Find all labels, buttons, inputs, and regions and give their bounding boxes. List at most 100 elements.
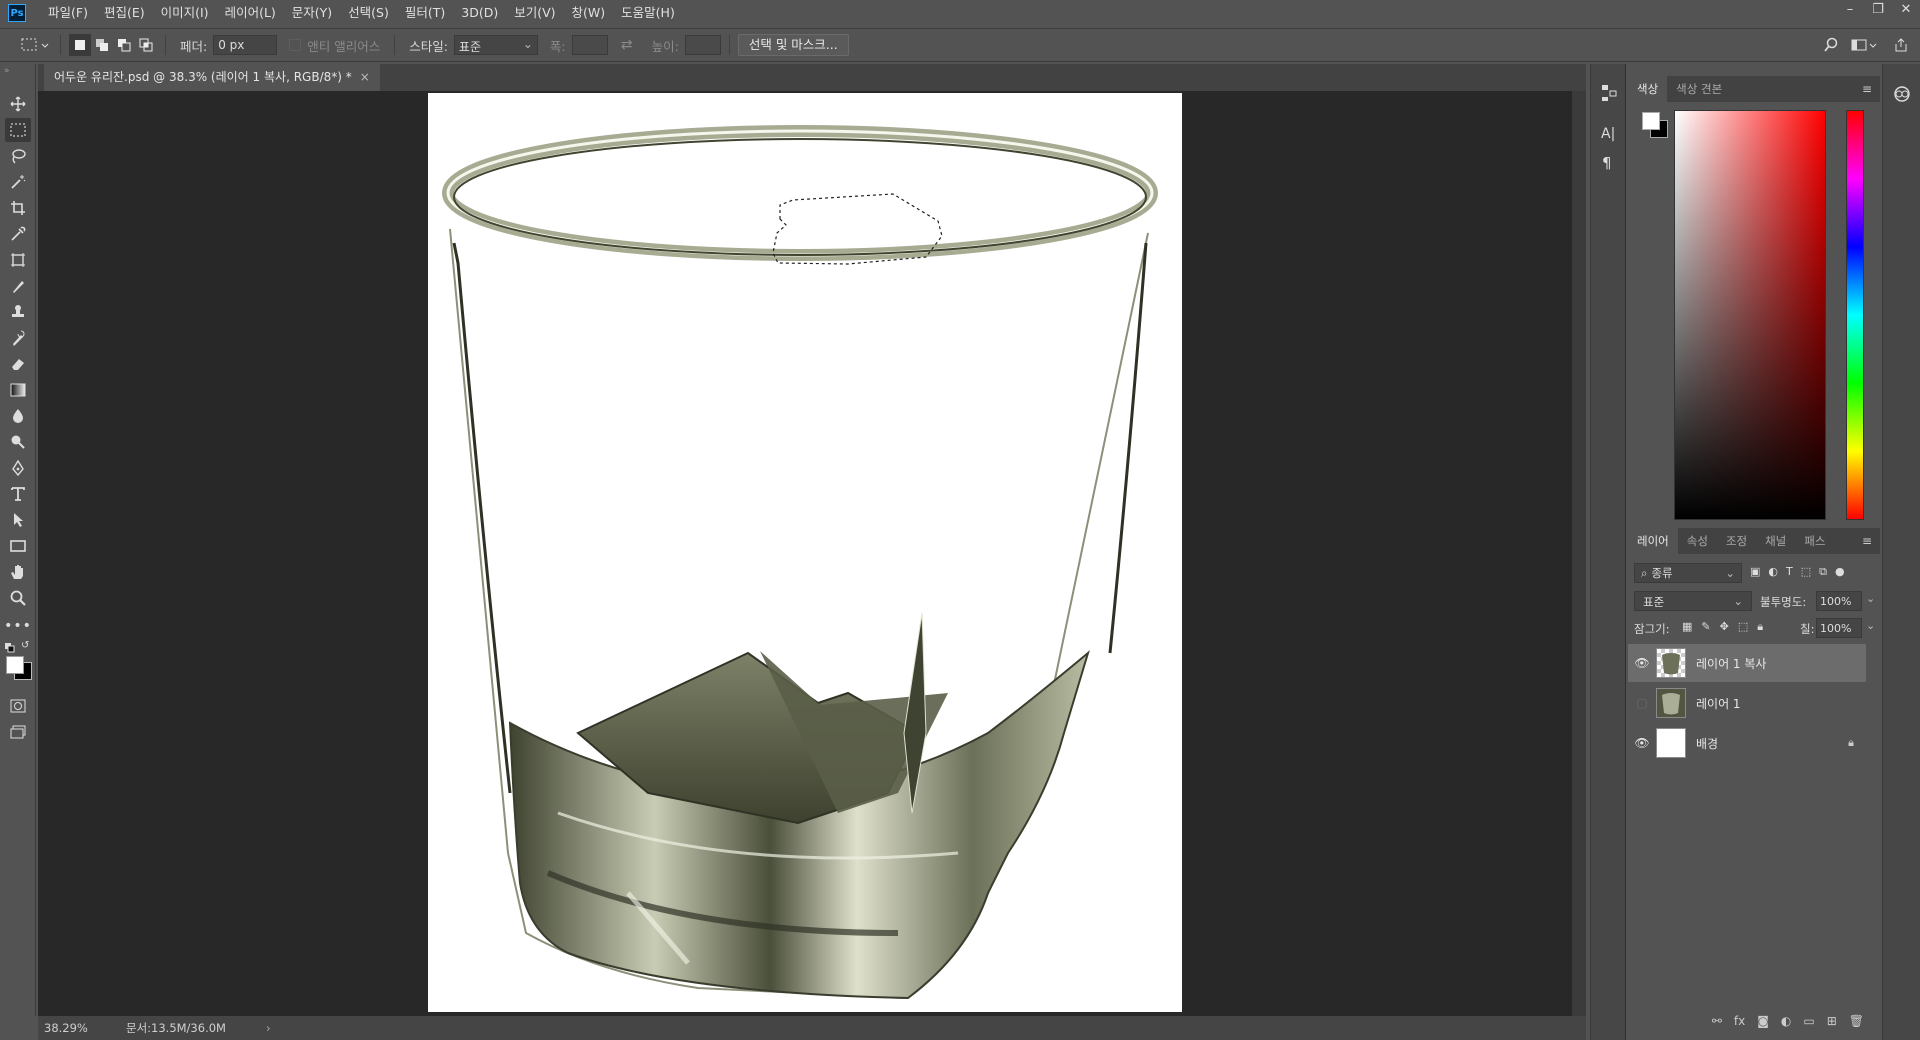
layer-name[interactable]: 레이어 1 bbox=[1696, 695, 1741, 712]
layer-row[interactable]: 👁︎ 레이어 1 복사 bbox=[1628, 644, 1866, 682]
document-tab[interactable]: 어두운 유리잔.psd @ 38.3% (레이어 1 복사, RGB/8*) *… bbox=[44, 64, 380, 91]
filter-toggle-icon[interactable]: ● bbox=[1835, 565, 1845, 579]
rectangle-tool-icon[interactable] bbox=[5, 534, 31, 558]
fx-icon[interactable]: fx bbox=[1734, 1014, 1745, 1028]
trash-icon[interactable]: 🗑︎ bbox=[1849, 1014, 1864, 1028]
tab-adjustments[interactable]: 조정 bbox=[1717, 528, 1756, 554]
add-mask-icon[interactable]: ◙ bbox=[1757, 1014, 1769, 1028]
minimize-button[interactable]: – bbox=[1836, 0, 1864, 22]
type-filter-icon[interactable]: T bbox=[1786, 565, 1793, 579]
swap-icon[interactable]: ⇄ bbox=[616, 34, 638, 56]
magic-wand-tool-icon[interactable] bbox=[5, 170, 31, 194]
visibility-toggle-off[interactable]: ▢ bbox=[1628, 696, 1656, 710]
vertical-scrollbar[interactable] bbox=[1572, 91, 1586, 1016]
antialias-checkbox[interactable] bbox=[289, 39, 302, 51]
menu-filter[interactable]: 필터(T) bbox=[397, 0, 453, 26]
history-brush-tool-icon[interactable] bbox=[5, 326, 31, 350]
layer-row[interactable]: ▢ 레이어 1 bbox=[1628, 684, 1866, 722]
tab-swatches[interactable]: 색상 견본 bbox=[1667, 76, 1731, 102]
fill-input[interactable]: 100% bbox=[1816, 618, 1862, 638]
workspace-icon[interactable] bbox=[1848, 34, 1882, 56]
layer-name[interactable]: 배경 bbox=[1696, 735, 1718, 752]
width-input[interactable] bbox=[571, 35, 608, 55]
shape-filter-icon[interactable]: ⬚ bbox=[1801, 565, 1811, 579]
history-panel-icon[interactable] bbox=[1601, 84, 1617, 105]
stamp-tool-icon[interactable] bbox=[5, 300, 31, 324]
crop-tool-icon[interactable] bbox=[5, 196, 31, 220]
libraries-icon[interactable] bbox=[1891, 86, 1913, 105]
close-button[interactable]: ✕ bbox=[1892, 0, 1920, 22]
menu-layer[interactable]: 레이어(L) bbox=[217, 0, 284, 26]
hue-slider[interactable] bbox=[1846, 110, 1864, 520]
path-selection-tool-icon[interactable] bbox=[5, 508, 31, 532]
visibility-eye-icon[interactable]: 👁︎ bbox=[1628, 736, 1656, 750]
menu-3d[interactable]: 3D(D) bbox=[453, 0, 506, 26]
link-layers-icon[interactable]: ⚯ bbox=[1712, 1014, 1722, 1028]
blend-mode-select[interactable]: 표준 ⌄ bbox=[1634, 591, 1752, 611]
smart-object-filter-icon[interactable]: ⧉ bbox=[1819, 565, 1827, 579]
more-tools-icon[interactable]: ••• bbox=[4, 614, 31, 638]
menu-select[interactable]: 선택(S) bbox=[340, 0, 397, 26]
adjustment-filter-icon[interactable]: ◐ bbox=[1768, 565, 1778, 579]
lock-all-icon[interactable]: 🔒︎ bbox=[1757, 620, 1763, 634]
lock-artboard-icon[interactable]: ⬚ bbox=[1738, 620, 1748, 634]
share-icon[interactable] bbox=[1890, 34, 1912, 56]
tab-color[interactable]: 색상 bbox=[1628, 76, 1668, 102]
opacity-input[interactable]: 100% bbox=[1816, 591, 1862, 611]
eraser-tool-icon[interactable] bbox=[5, 352, 31, 376]
canvas[interactable] bbox=[428, 93, 1182, 1012]
color-fg-swatch[interactable] bbox=[1642, 112, 1660, 130]
menu-type[interactable]: 문자(Y) bbox=[284, 0, 340, 26]
style-select[interactable]: 표준 ⌄ bbox=[453, 35, 538, 55]
tab-paths[interactable]: 패스 bbox=[1795, 528, 1834, 554]
tab-layers[interactable]: 레이어 bbox=[1628, 528, 1678, 554]
swap-colors-icon[interactable]: ↺ bbox=[21, 640, 29, 651]
new-layer-icon[interactable]: ⊞ bbox=[1827, 1014, 1837, 1028]
menu-edit[interactable]: 편집(E) bbox=[96, 0, 153, 26]
add-selection-icon[interactable] bbox=[91, 34, 113, 56]
layer-name[interactable]: 레이어 1 복사 bbox=[1696, 655, 1766, 672]
zoom-level[interactable]: 38.29% bbox=[44, 1021, 114, 1035]
type-tool-icon[interactable] bbox=[5, 482, 31, 506]
new-selection-icon[interactable] bbox=[69, 34, 91, 56]
move-tool-icon[interactable] bbox=[5, 92, 31, 116]
foreground-color-swatch[interactable] bbox=[6, 656, 24, 674]
new-group-icon[interactable]: ▭ bbox=[1803, 1014, 1814, 1028]
pen-tool-icon[interactable] bbox=[5, 456, 31, 480]
tab-channels[interactable]: 채널 bbox=[1756, 528, 1795, 554]
lasso-tool-icon[interactable] bbox=[5, 144, 31, 168]
subtract-selection-icon[interactable] bbox=[113, 34, 135, 56]
zoom-tool-icon[interactable] bbox=[5, 586, 31, 610]
hand-tool-icon[interactable] bbox=[5, 560, 31, 584]
color-picker-field[interactable] bbox=[1674, 110, 1826, 520]
frame-tool-icon[interactable] bbox=[5, 248, 31, 272]
intersect-selection-icon[interactable] bbox=[135, 34, 157, 56]
menu-file[interactable]: 파일(F) bbox=[40, 0, 96, 26]
tab-properties[interactable]: 속성 bbox=[1678, 528, 1717, 554]
panel-menu-icon[interactable]: ≡ bbox=[1862, 82, 1872, 96]
brush-tool-icon[interactable] bbox=[5, 274, 31, 298]
restore-button[interactable]: ❐ bbox=[1864, 0, 1892, 22]
menu-image[interactable]: 이미지(I) bbox=[153, 0, 217, 26]
dodge-tool-icon[interactable] bbox=[5, 430, 31, 454]
visibility-eye-icon[interactable]: 👁︎ bbox=[1628, 656, 1656, 670]
rectangular-marquee-tool-icon[interactable] bbox=[5, 118, 31, 142]
marquee-preset-icon[interactable] bbox=[18, 34, 52, 56]
lock-transparent-icon[interactable]: ▦ bbox=[1682, 620, 1692, 634]
menu-view[interactable]: 보기(V) bbox=[506, 0, 563, 26]
layer-row[interactable]: 👁︎ 배경 🔒︎ bbox=[1628, 724, 1866, 762]
lock-image-icon[interactable]: ✎ bbox=[1701, 620, 1710, 634]
adjustment-layer-icon[interactable]: ◐ bbox=[1781, 1014, 1791, 1028]
fill-dropdown-icon[interactable]: ⌄ bbox=[1866, 619, 1875, 632]
menu-help[interactable]: 도움말(H) bbox=[613, 0, 683, 26]
close-tab-icon[interactable]: × bbox=[360, 64, 370, 91]
blur-tool-icon[interactable] bbox=[5, 404, 31, 428]
paragraph-panel-icon[interactable]: ¶ bbox=[1602, 154, 1612, 172]
eyedropper-tool-icon[interactable] bbox=[5, 222, 31, 246]
select-and-mask-button[interactable]: 선택 및 마스크... bbox=[737, 34, 849, 56]
height-input[interactable] bbox=[684, 35, 721, 55]
pixel-filter-icon[interactable]: ▣ bbox=[1750, 565, 1760, 579]
layer-filter-select[interactable]: ⌕ 종류 ⌄ bbox=[1634, 563, 1742, 583]
search-icon[interactable] bbox=[1820, 34, 1842, 56]
screen-mode-icon[interactable] bbox=[5, 720, 31, 744]
